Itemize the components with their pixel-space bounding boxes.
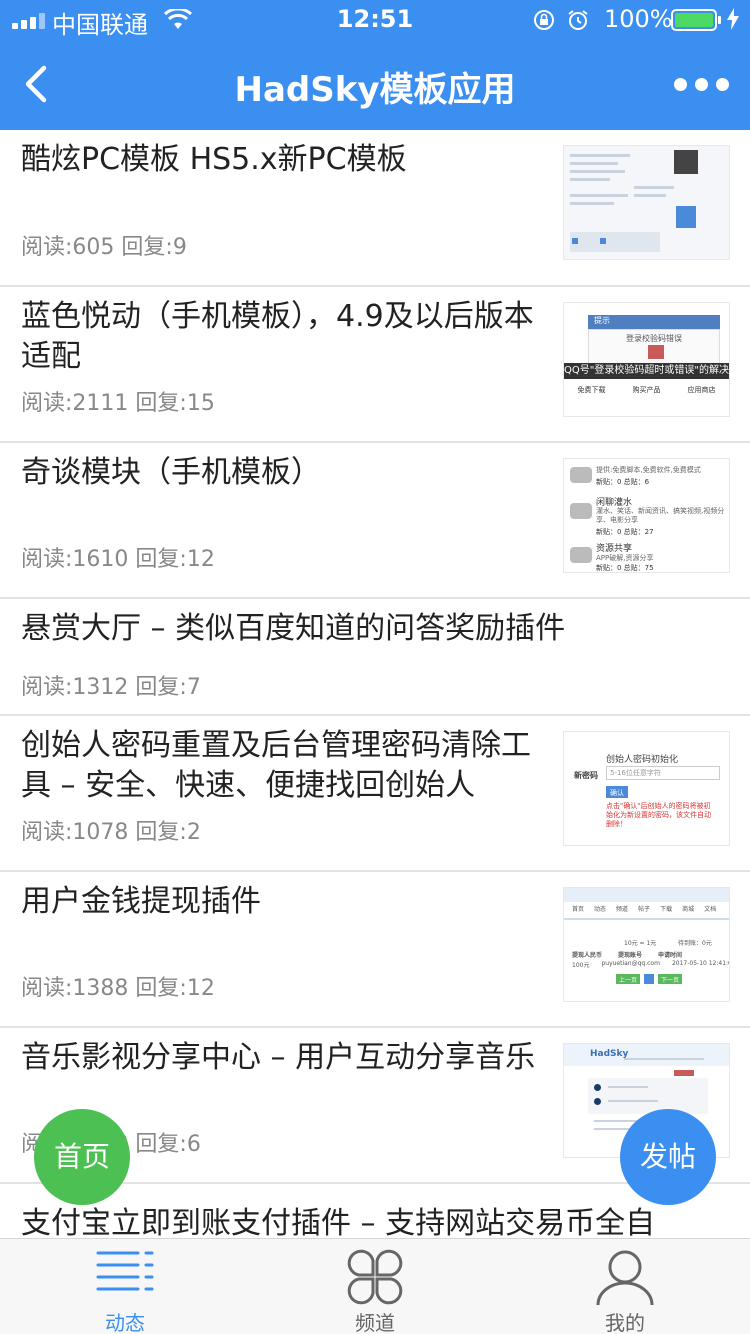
list-icon: [96, 1251, 154, 1291]
tab-me[interactable]: 我的: [500, 1239, 750, 1334]
thumb-text: 动态: [594, 906, 607, 913]
thumb-text: 商城: [682, 906, 695, 913]
battery-icon: [671, 9, 721, 31]
home-fab-button[interactable]: 首页: [34, 1109, 130, 1205]
thumb-text: 提供:免费脚本,免费软件,免费模式: [596, 466, 701, 474]
page-title: HadSky模板应用: [234, 70, 516, 110]
tab-label: 频道: [355, 1311, 395, 1334]
thumb-text: 登录校验码错误: [626, 334, 682, 343]
list-item[interactable]: 创始人密码重置及后台管理密码清除工具 – 安全、快速、便捷找回创始人 阅读:10…: [0, 716, 750, 872]
post-thumbnail[interactable]: [563, 145, 730, 260]
more-dots-icon[interactable]: [674, 78, 729, 91]
thumb-text: 文档: [704, 906, 717, 913]
list-item[interactable]: 奇谈模块（手机模板） 阅读:1610 回复:12 提供:免费脚本,免费软件,免费…: [0, 443, 750, 599]
list-item[interactable]: 蓝色悦动（手机模板），4.9及以后版本适配 阅读:2111 回复:15 提示 登…: [0, 287, 750, 443]
post-thumbnail[interactable]: 首页 动态 频道 帖子 下载 商城 文档 10元 = 1元 待到账：0元 提现人…: [563, 887, 730, 1002]
post-title[interactable]: 创始人密码重置及后台管理密码清除工具 – 安全、快速、便捷找回创始人: [21, 726, 546, 806]
view-count: 阅读:2111: [21, 391, 129, 416]
thumb-text: APP破解,资源分享: [596, 554, 654, 562]
thumb-text: 下载: [660, 906, 673, 913]
app-header: 中国联通 12:51 100% HadSky模板应用: [0, 0, 750, 130]
thumb-text: 提现人民币: [572, 952, 603, 959]
reply-count: 回复:12: [135, 547, 215, 572]
post-list: 酷炫PC模板 HS5.x新PC模板 阅读:605 回复:9 蓝色悦动（手机模板）…: [0, 130, 750, 1284]
clover-icon: [347, 1249, 403, 1305]
post-meta: 阅读:1078 回复:2: [21, 814, 201, 846]
post-title[interactable]: 悬赏大厅 – 类似百度知道的问答奖励插件: [21, 609, 721, 649]
thumb-text: 应用商店: [687, 386, 716, 394]
post-meta: 阅读:605 回复:9: [21, 229, 187, 261]
reply-count: 回复:6: [135, 1132, 201, 1157]
thumb-text: HadSky: [590, 1049, 629, 1059]
thumb-text: 灌水、笑话、新闻资讯、搞笑视频,视频分享、电影分享: [596, 507, 725, 524]
view-count: 阅读:1078: [21, 820, 129, 845]
post-title[interactable]: 奇谈模块（手机模板）: [21, 453, 546, 493]
thumb-text: 待到账：0元: [678, 940, 712, 947]
list-item[interactable]: 酷炫PC模板 HS5.x新PC模板 阅读:605 回复:9: [0, 130, 750, 287]
thumb-text: 2017-05-10 12:41:08: [671, 960, 730, 967]
battery-percent: 100%: [604, 5, 673, 33]
view-count: 阅读:1388: [21, 976, 129, 1001]
list-item[interactable]: 用户金钱提现插件 阅读:1388 回复:12 首页 动态 频道 帖子 下载 商城…: [0, 872, 750, 1028]
nav-bar: HadSky模板应用: [0, 40, 750, 130]
thumb-text: 下一页: [661, 977, 680, 984]
thumb-text: 新贴：0 总贴：27: [596, 528, 654, 536]
thumb-text: 上一页: [619, 977, 638, 984]
post-title[interactable]: 音乐影视分享中心 – 用户互动分享音乐: [21, 1038, 546, 1078]
post-meta: 阅读:2111 回复:15: [21, 385, 215, 417]
thumb-text: 点击"确认"后创始人的密码将被初始化为新设置的密码，该文件自动删除！: [606, 802, 711, 828]
thumb-text: 创始人密码初始化: [606, 755, 679, 765]
tab-label: 我的: [605, 1311, 645, 1334]
charging-icon: [727, 8, 739, 30]
thumb-text: 新密码: [574, 771, 598, 780]
tab-label: 动态: [105, 1311, 145, 1334]
view-count: 阅读:605: [21, 235, 115, 260]
thumb-text: 100元: [572, 962, 590, 969]
post-title[interactable]: 酷炫PC模板 HS5.x新PC模板: [21, 140, 546, 180]
view-count: 阅读:1312: [21, 675, 129, 700]
view-count: 阅读:1610: [21, 547, 129, 572]
post-meta: 阅读:1312 回复:7: [21, 669, 201, 701]
post-meta: 阅读:1610 回复:12: [21, 541, 215, 573]
reply-count: 回复:2: [135, 820, 201, 845]
bottom-tab-bar: 动态 频道 我的: [0, 1238, 750, 1334]
thumb-text: 5-16位任意字符: [610, 769, 661, 777]
alarm-icon: [568, 10, 588, 30]
thumb-text: 频道: [616, 906, 629, 913]
user-icon: [596, 1250, 654, 1306]
thumb-text: QQ号"登录校验码超时或错误"的解决办法: [564, 363, 729, 379]
new-post-fab-button[interactable]: 发帖: [620, 1109, 716, 1205]
post-title[interactable]: 蓝色悦动（手机模板），4.9及以后版本适配: [21, 297, 546, 377]
thumb-text: 帖子: [638, 906, 651, 913]
list-item[interactable]: 悬赏大厅 – 类似百度知道的问答奖励插件 阅读:1312 回复:7: [0, 599, 750, 716]
thumb-text: puyuetian@qq.com: [601, 960, 660, 967]
thumb-text: 申请时间: [658, 952, 683, 959]
reply-count: 回复:9: [121, 235, 187, 260]
thumb-text: 首页: [572, 906, 585, 913]
post-thumbnail[interactable]: 提示 登录校验码错误 QQ号"登录校验码超时或错误"的解决办法 免费下载 购买产…: [563, 302, 730, 417]
thumb-text: 提现账号: [618, 952, 643, 959]
post-thumbnail[interactable]: 创始人密码初始化 新密码 5-16位任意字符 确认 点击"确认"后创始人的密码将…: [563, 731, 730, 846]
reply-count: 回复:15: [135, 391, 215, 416]
tab-feed[interactable]: 动态: [0, 1239, 250, 1334]
post-title[interactable]: 用户金钱提现插件: [21, 882, 546, 922]
reply-count: 回复:12: [135, 976, 215, 1001]
post-thumbnail[interactable]: 提供:免费脚本,免费软件,免费模式 新贴：0 总贴：6 闲聊灌水 灌水、笑话、新…: [563, 458, 730, 573]
thumb-text: 购买产品: [632, 386, 661, 394]
post-meta: 阅读:1388 回复:12: [21, 970, 215, 1002]
rotation-lock-icon: [534, 10, 554, 30]
thumb-text: 确认: [610, 789, 624, 797]
thumb-text: 新贴：0 总贴：75: [596, 564, 654, 572]
status-bar: 中国联通 12:51 100%: [0, 0, 750, 40]
thumb-text: 10元 = 1元: [624, 940, 657, 947]
thumb-text: 新贴：0 总贴：6: [596, 478, 650, 486]
thumb-text: 提示: [594, 316, 610, 325]
reply-count: 回复:7: [135, 675, 201, 700]
thumb-text: 免费下载: [577, 386, 606, 394]
tab-channels[interactable]: 频道: [250, 1239, 500, 1334]
